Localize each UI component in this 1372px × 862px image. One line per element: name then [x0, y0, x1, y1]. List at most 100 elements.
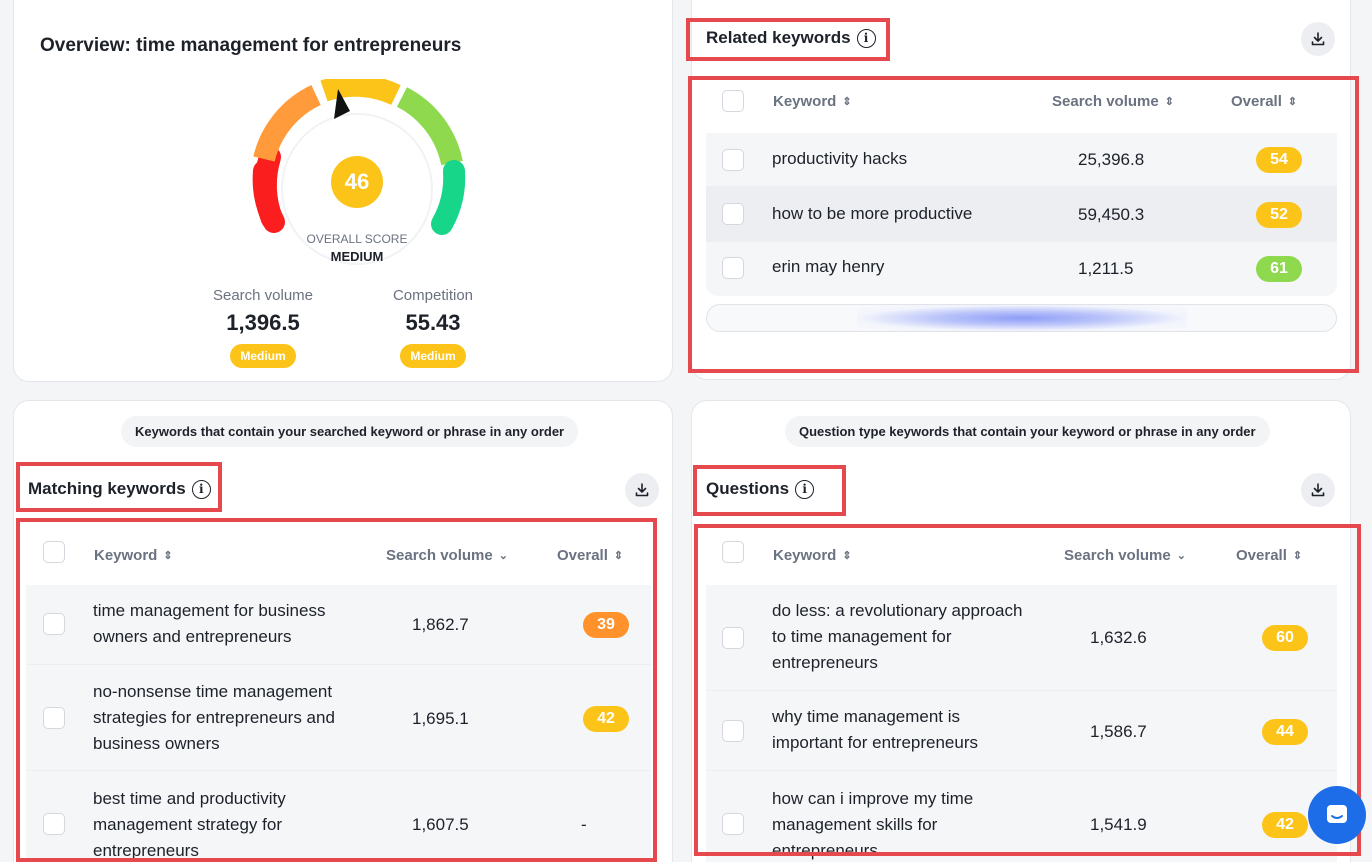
chat-icon	[1327, 805, 1347, 823]
questions-download-button[interactable]	[1301, 473, 1335, 507]
col-search-volume[interactable]: Search volume ⇕	[1052, 93, 1174, 110]
questions-title-text: Questions	[706, 479, 790, 498]
chevron-down-icon: ⌄	[498, 549, 508, 562]
search-volume-cell: 25,396.8	[1078, 150, 1145, 169]
matching-keywords-title: Matching keywords i	[28, 479, 211, 499]
overall-score-badge: 61	[1256, 256, 1302, 282]
download-icon	[1311, 483, 1325, 497]
table-row[interactable]: how to be more productive 59,450.3 52	[706, 187, 1337, 242]
competition-badge: Medium	[400, 344, 466, 368]
table-row[interactable]: why time management is important for entr…	[706, 691, 1337, 771]
search-volume-badge: Medium	[230, 344, 296, 368]
competition-metric: Competition 55.43 Medium	[353, 287, 513, 368]
keyword-cell[interactable]: why time management is important for entr…	[772, 704, 978, 756]
gauge-segment-green	[431, 160, 466, 235]
related-download-button[interactable]	[1301, 22, 1335, 56]
table-row[interactable]: do less: a revolutionary approach to time…	[706, 585, 1337, 691]
search-volume-cell: 1,541.9	[1090, 815, 1147, 834]
overall-score-caption: OVERALL SCORE	[306, 232, 408, 246]
row-checkbox[interactable]	[43, 707, 65, 729]
matching-keywords-table: Keyword ⇕ Search volume ⌄ Overall ⇕ time ma…	[26, 529, 651, 862]
overall-score-empty: -	[581, 815, 587, 834]
overall-score-badge: 42	[583, 706, 629, 732]
table-header: Keyword ⇕ Search volume ⌄ Overall ⇕	[26, 529, 651, 585]
col-overall[interactable]: Overall ⇕	[1231, 93, 1297, 110]
row-checkbox[interactable]	[43, 813, 65, 835]
overall-score-level: MEDIUM	[330, 249, 384, 264]
row-checkbox[interactable]	[722, 257, 744, 279]
info-icon[interactable]: i	[856, 28, 876, 48]
select-all-checkbox[interactable]	[43, 541, 65, 563]
table-header: Keyword ⇕ Search volume ⇕ Overall ⇕	[706, 81, 1337, 137]
table-row[interactable]: productivity hacks 25,396.8 54	[706, 133, 1337, 187]
overview-title: Overview: time management for entreprene…	[40, 35, 462, 56]
keyword-cell[interactable]: do less: a revolutionary approach to time…	[772, 598, 1022, 676]
col-keyword[interactable]: Keyword ⇕	[773, 547, 852, 564]
info-icon[interactable]: i	[795, 479, 815, 499]
horizontal-scrollbar[interactable]	[706, 304, 1337, 332]
search-volume-cell: 59,450.3	[1078, 205, 1145, 224]
search-volume-label: Search volume	[212, 287, 314, 304]
table-row[interactable]: erin may henry 1,211.5 61	[706, 242, 1337, 296]
row-checkbox[interactable]	[722, 203, 744, 225]
keyword-cell[interactable]: time management for business owners and e…	[93, 598, 325, 650]
keyword-cell[interactable]: how can i improve my time management skil…	[772, 786, 973, 862]
related-keywords-title-text: Related keywords	[706, 28, 851, 47]
scrollbar-thumb[interactable]	[857, 305, 1187, 331]
matching-keywords-title-text: Matching keywords	[28, 479, 186, 498]
search-volume-cell: 1,586.7	[1090, 722, 1147, 741]
overall-score-badge: 44	[1262, 719, 1308, 745]
questions-note: Question type keywords that contain your…	[785, 416, 1270, 447]
col-keyword[interactable]: Keyword ⇕	[94, 547, 173, 564]
table-row[interactable]: time management for business owners and e…	[26, 585, 651, 665]
overall-score-badge: 54	[1256, 147, 1302, 173]
overall-score-badge: 60	[1262, 625, 1308, 651]
col-search-volume[interactable]: Search volume ⌄	[386, 547, 508, 564]
sort-icon: ⇕	[842, 549, 852, 562]
table-row[interactable]: best time and productivity management str…	[26, 771, 651, 862]
keyword-cell[interactable]: best time and productivity management str…	[93, 786, 286, 862]
keyword-cell[interactable]: erin may henry	[772, 254, 884, 280]
col-search-volume[interactable]: Search volume ⌄	[1064, 547, 1186, 564]
search-volume-metric: Search volume 1,396.5 Medium	[183, 287, 343, 368]
col-keyword[interactable]: Keyword ⇕	[773, 93, 852, 110]
questions-title: Questions i	[706, 479, 815, 499]
overall-score-badge: 52	[1256, 202, 1302, 228]
select-all-checkbox[interactable]	[722, 541, 744, 563]
chat-launcher-button[interactable]	[1308, 786, 1366, 844]
sort-icon: ⇕	[613, 549, 624, 562]
chevron-down-icon: ⌄	[1176, 549, 1186, 562]
row-checkbox[interactable]	[722, 149, 744, 171]
table-row[interactable]: no-nonsense time management strategies fo…	[26, 665, 651, 771]
col-overall[interactable]: Overall ⇕	[1236, 547, 1302, 564]
matching-note: Keywords that contain your searched keyw…	[121, 416, 579, 447]
keyword-cell[interactable]: no-nonsense time management strategies fo…	[93, 679, 335, 757]
overview-card: Overview: time management for entreprene…	[13, 0, 673, 382]
select-all-checkbox[interactable]	[722, 90, 744, 112]
row-checkbox[interactable]	[722, 627, 744, 649]
gauge-segment-orange	[253, 85, 322, 162]
row-checkbox[interactable]	[43, 613, 65, 635]
overall-score-value: 46	[344, 169, 370, 194]
gauge-segment-red-long	[252, 160, 285, 233]
row-checkbox[interactable]	[722, 720, 744, 742]
info-icon[interactable]: i	[191, 479, 211, 499]
competition-value: 55.43	[405, 310, 461, 335]
sort-icon: ⇕	[1292, 549, 1303, 562]
related-keywords-table: Keyword ⇕ Search volume ⇕ Overall ⇕ product…	[706, 81, 1337, 301]
keyword-cell[interactable]: productivity hacks	[772, 146, 907, 172]
gauge-segment-yellow	[320, 79, 401, 106]
col-overall[interactable]: Overall ⇕	[557, 547, 623, 564]
table-row[interactable]: how can i improve my time management skil…	[706, 771, 1337, 862]
competition-label: Competition	[392, 287, 474, 304]
sort-icon: ⇕	[1164, 95, 1174, 108]
search-volume-cell: 1,695.1	[412, 709, 469, 728]
overall-score-badge: 42	[1262, 812, 1308, 838]
matching-download-button[interactable]	[625, 473, 659, 507]
search-volume-cell: 1,862.7	[412, 615, 469, 634]
row-checkbox[interactable]	[722, 813, 744, 835]
keyword-cell[interactable]: how to be more productive	[772, 201, 972, 227]
search-volume-value: 1,396.5	[226, 310, 300, 335]
questions-table: Keyword ⇕ Search volume ⌄ Overall ⇕ do less…	[706, 529, 1337, 862]
sort-icon: ⇕	[1287, 95, 1298, 108]
